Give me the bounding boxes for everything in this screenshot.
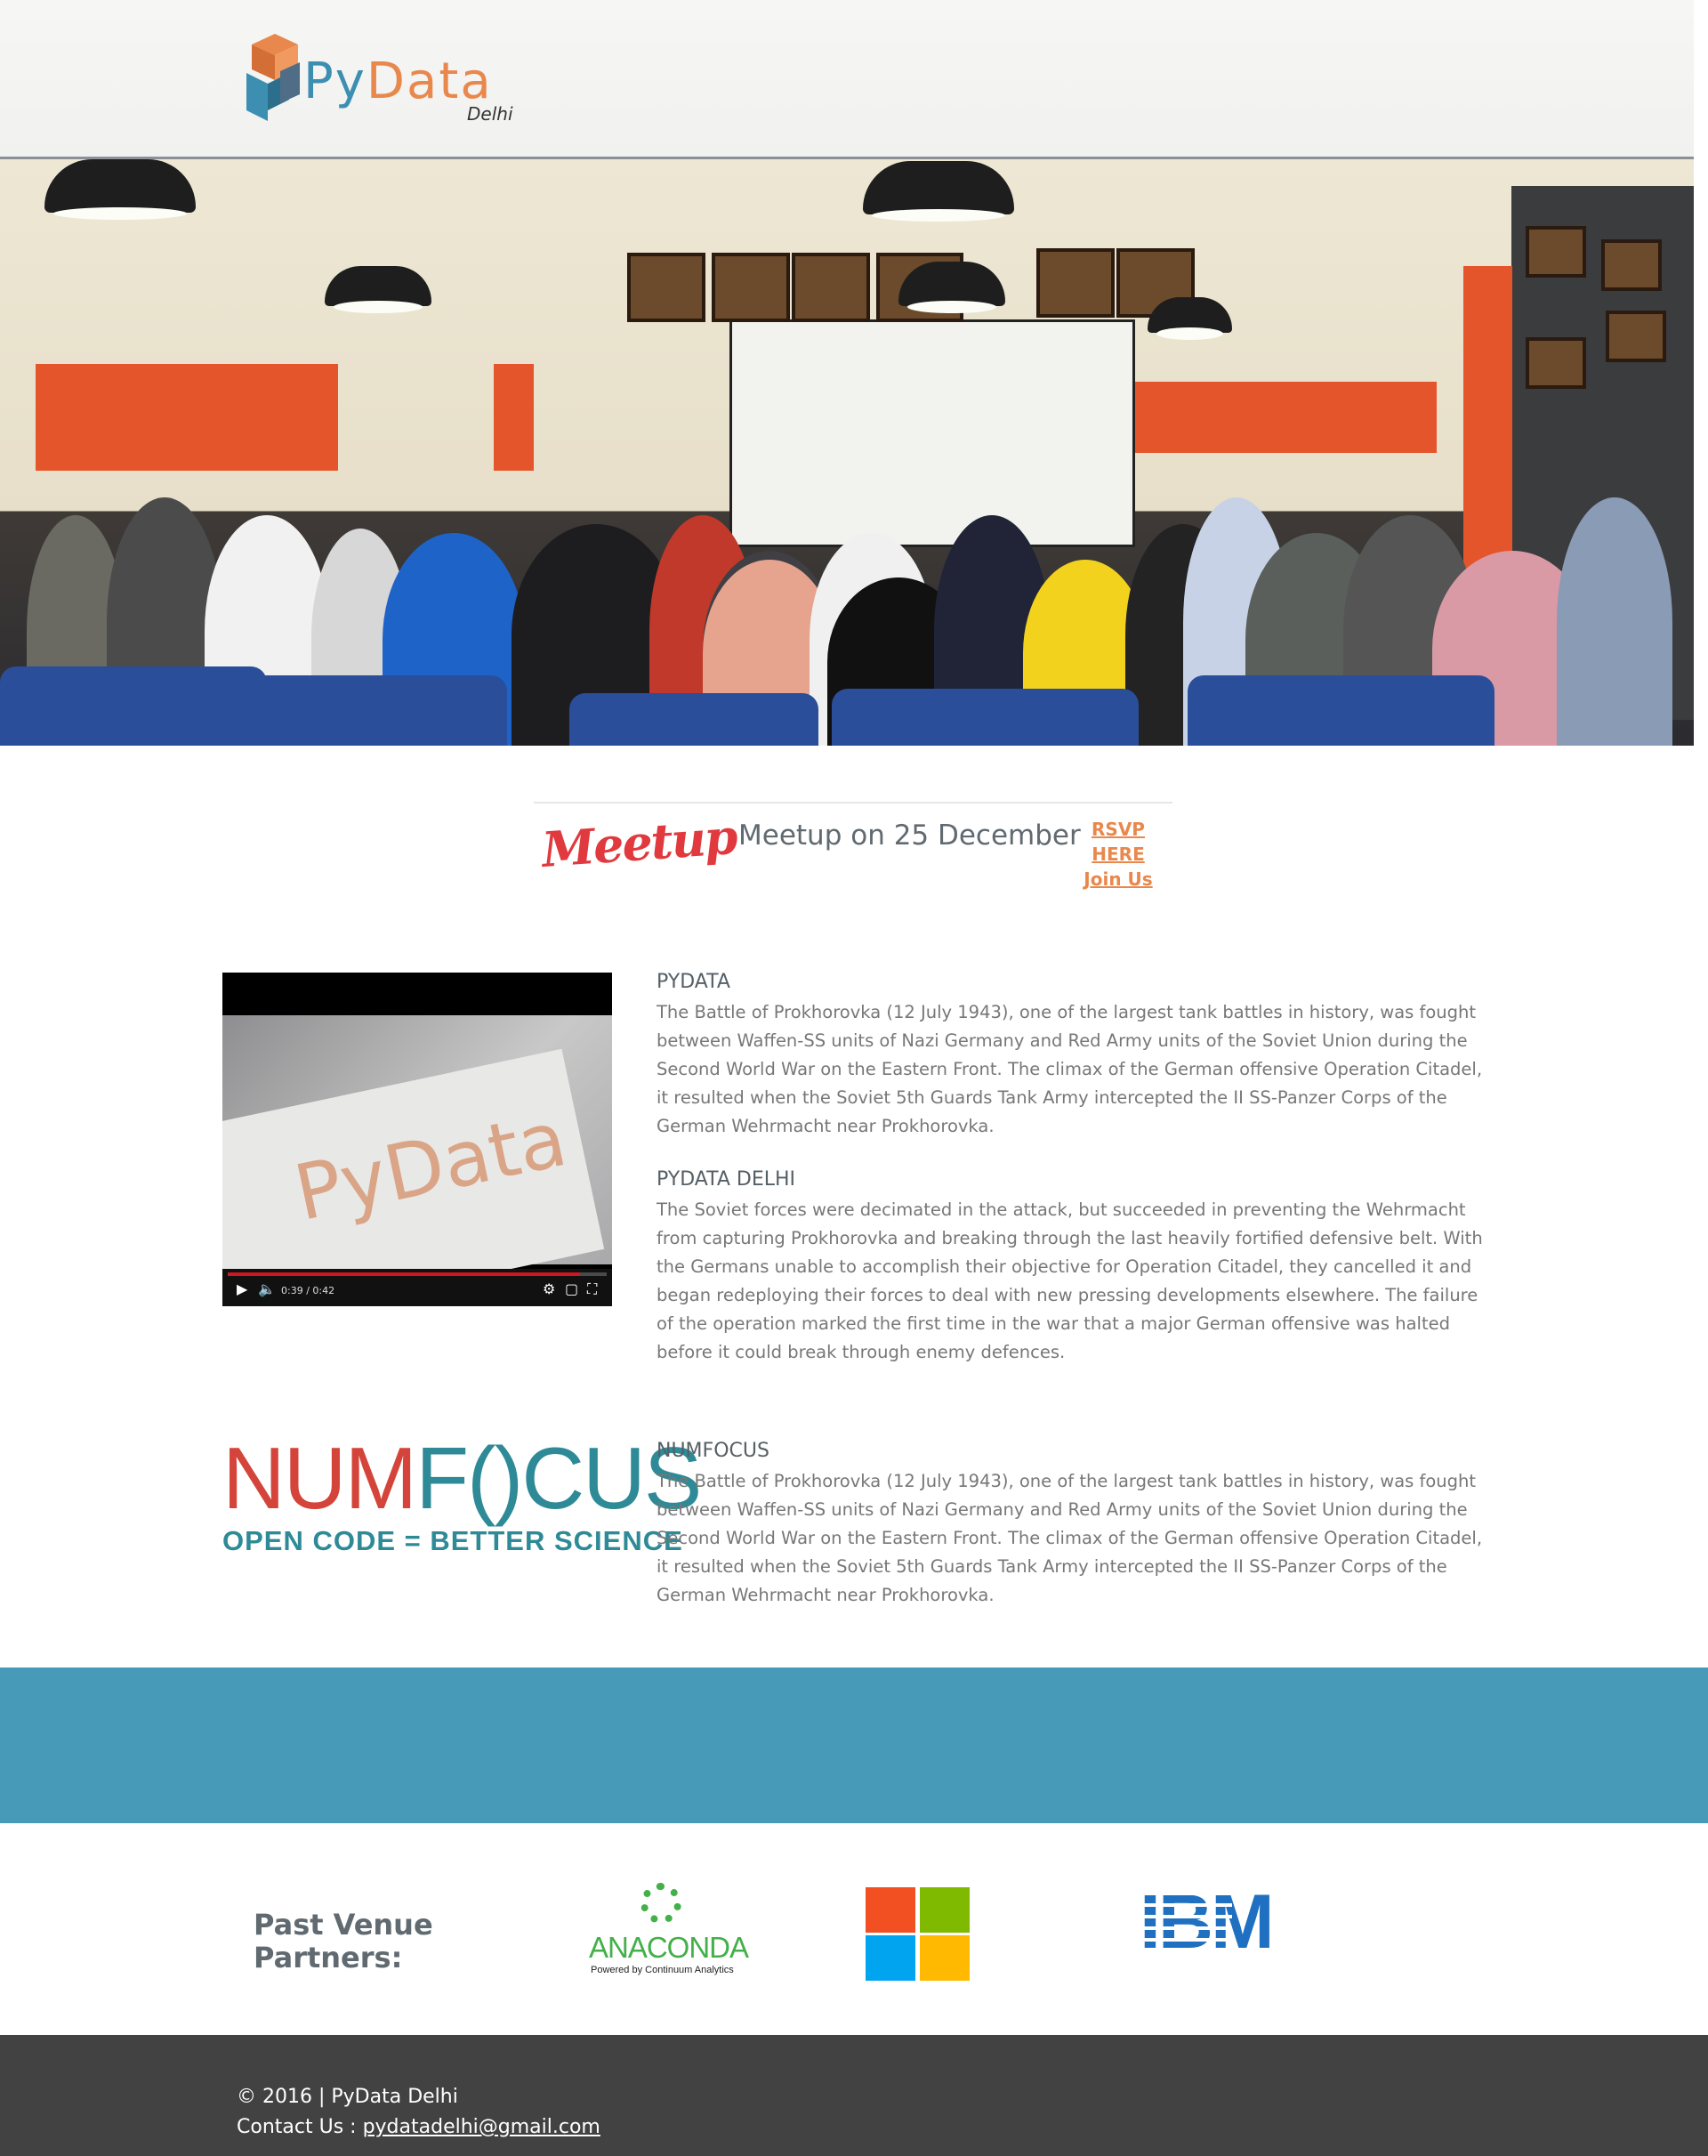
anaconda-ring-icon xyxy=(640,1883,681,1924)
video-controls: ▶ 🔈 0:39 / 0:42 ⚙ ▢ ⛶ xyxy=(222,1269,612,1306)
hero-group-photo xyxy=(0,159,1694,746)
wall-frame xyxy=(1526,337,1586,389)
theater-icon[interactable]: ▢ xyxy=(565,1282,578,1296)
desk-partition xyxy=(1188,675,1494,746)
intro-video-player[interactable]: PyData ▶ 🔈 0:39 / 0:42 ⚙ ▢ ⛶ xyxy=(222,973,612,1306)
wall-frame xyxy=(712,253,790,322)
section-title: NUMFOCUS xyxy=(657,1440,769,1462)
section-title: PYDATA DELHI xyxy=(657,1168,796,1191)
rsvp-links: RSVP HERE Join Us xyxy=(1064,817,1172,892)
wall-frame xyxy=(1036,248,1115,318)
microsoft-square-green xyxy=(920,1887,970,1933)
numfocus-word-num: NUM xyxy=(222,1429,417,1527)
section-pydata: PYDATA The Battle of Prokhorovka (12 Jul… xyxy=(657,970,1484,1141)
partners-title: Past Venue Partners: xyxy=(254,1909,433,1974)
section-body: The Soviet forces were decimated in the … xyxy=(657,1199,1483,1362)
site-header: PyData Delhi xyxy=(0,0,1694,159)
blue-divider-band xyxy=(0,1667,1708,1823)
logo-word-data: Data xyxy=(366,52,493,110)
footer-contact: Contact Us : pydatadelhi@gmail.com xyxy=(237,2116,600,2138)
section-numfocus: NUMFOCUS The Battle of Prokhorovka (12 J… xyxy=(657,1439,1484,1610)
meetup-announcement-text: Meetup on 25 December xyxy=(738,820,1081,852)
play-icon[interactable]: ▶ xyxy=(237,1282,247,1296)
meetup-logo[interactable]: Meetup xyxy=(540,808,737,897)
video-progress-bar[interactable] xyxy=(228,1272,607,1276)
ceiling-lamp xyxy=(898,262,1005,313)
orange-door-right xyxy=(1125,382,1437,453)
video-frame[interactable]: PyData xyxy=(222,1015,612,1306)
numfocus-tagline: OPEN CODE = BETTER SCIENCE xyxy=(222,1525,683,1556)
anaconda-subtitle: Powered by Continuum Analytics xyxy=(591,1965,734,1975)
join-us-link[interactable]: Join Us xyxy=(1064,867,1172,892)
ceiling-lamp xyxy=(325,266,431,313)
ceiling-lamp xyxy=(44,159,196,220)
orange-door-mid xyxy=(494,364,534,471)
numfocus-logo[interactable]: NUMF()CUS OPEN CODE = BETTER SCIENCE xyxy=(222,1434,702,1559)
video-time: 0:39 / 0:42 xyxy=(281,1285,335,1296)
logo-subtitle: Delhi xyxy=(467,103,513,125)
desk-partition xyxy=(133,675,507,746)
footer-contact-label: Contact Us : xyxy=(237,2116,363,2138)
microsoft-logo[interactable] xyxy=(866,1887,970,1981)
anaconda-wordmark: ANACONDA xyxy=(589,1931,749,1964)
person xyxy=(1557,497,1672,746)
rsvp-here-link[interactable]: RSVP HERE xyxy=(1064,817,1172,867)
wall-frame xyxy=(1606,311,1666,362)
wall-frame xyxy=(1526,226,1586,278)
footer-copyright: © 2016 | PyData Delhi xyxy=(237,2086,458,2108)
ceiling-lamp xyxy=(1148,297,1232,340)
gear-icon[interactable]: ⚙ xyxy=(543,1282,555,1296)
section-title: PYDATA xyxy=(657,971,730,993)
wall-frame xyxy=(792,253,870,322)
microsoft-square-blue xyxy=(866,1935,915,1981)
partners-title-line2: Partners: xyxy=(254,1941,403,1974)
numfocus-wordmark: NUMF()CUS xyxy=(222,1434,702,1522)
meetup-announcement-bar: Meetup Meetup on 25 December RSVP HERE J… xyxy=(534,802,1172,892)
site-footer: © 2016 | PyData Delhi Contact Us : pydat… xyxy=(0,2035,1708,2156)
fullscreen-icon[interactable]: ⛶ xyxy=(587,1282,597,1296)
section-body: The Battle of Prokhorovka (12 July 1943)… xyxy=(657,1002,1483,1136)
desk-partition xyxy=(569,693,818,746)
ibm-wordmark: IBM xyxy=(1140,1879,1275,1965)
section-pydata-delhi: PYDATA DELHI The Soviet forces were deci… xyxy=(657,1167,1484,1367)
logo-word-py: Py xyxy=(303,52,367,110)
ibm-logo[interactable]: IBM xyxy=(1140,1879,1275,1982)
wall-frame xyxy=(1601,239,1662,291)
people-group xyxy=(0,462,1672,746)
partners-section: Past Venue Partners: ANACONDA Powered by… xyxy=(0,1823,1708,2035)
logo-wordmark: PyData xyxy=(303,57,493,107)
volume-icon[interactable]: 🔈 xyxy=(258,1282,276,1296)
footer-email-link[interactable]: pydatadelhi@gmail.com xyxy=(363,2116,600,2138)
cube-logo-icon xyxy=(246,34,300,121)
wall-frame xyxy=(627,253,705,322)
video-logo-py: Py xyxy=(286,1132,396,1239)
ceiling-lamp xyxy=(863,161,1014,222)
desk-partition xyxy=(832,689,1139,746)
microsoft-square-yellow xyxy=(920,1935,970,1981)
microsoft-square-red xyxy=(866,1887,915,1933)
pydata-delhi-logo[interactable]: PyData Delhi xyxy=(245,32,529,125)
video-progress-fill xyxy=(228,1272,581,1276)
section-body: The Battle of Prokhorovka (12 July 1943)… xyxy=(657,1471,1483,1605)
anaconda-logo[interactable]: ANACONDA Powered by Continuum Analytics xyxy=(589,1881,749,1983)
partners-title-line1: Past Venue xyxy=(254,1908,433,1942)
orange-door-left xyxy=(36,364,338,471)
